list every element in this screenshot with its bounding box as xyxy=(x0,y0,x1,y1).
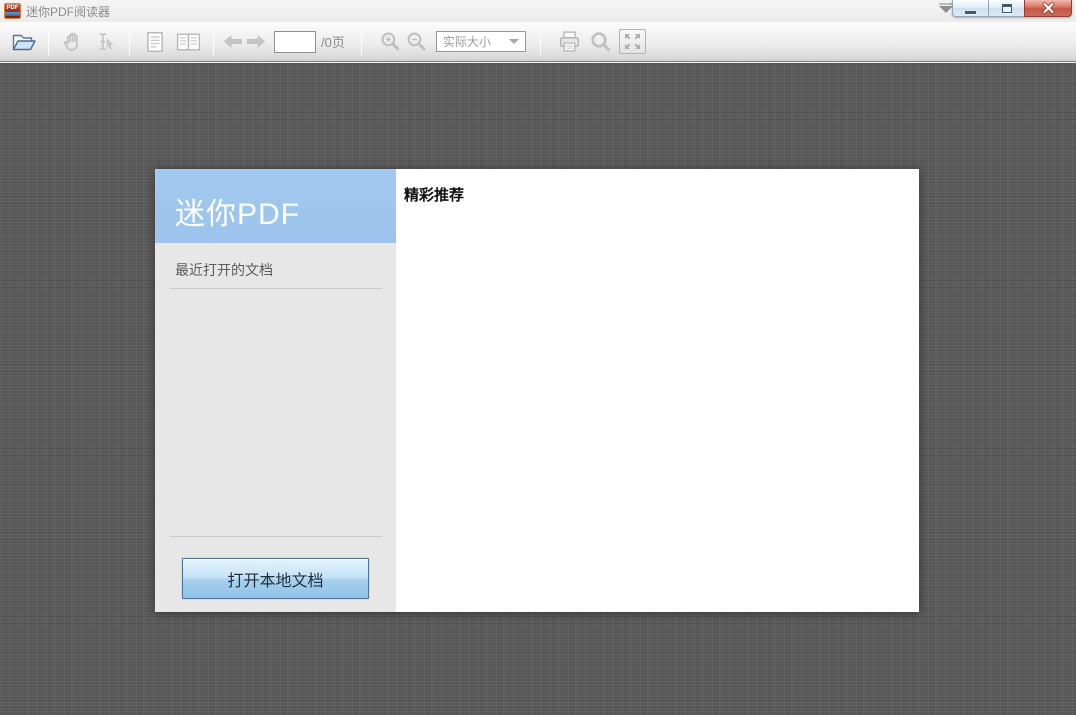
divider xyxy=(170,536,382,537)
two-page-view-button[interactable] xyxy=(175,30,202,54)
toolbar-separator xyxy=(48,29,49,55)
forward-arrow-icon xyxy=(246,33,266,50)
maximize-button[interactable] xyxy=(988,0,1024,17)
toolbar-separator xyxy=(361,29,362,55)
zoom-out-button[interactable] xyxy=(405,30,428,53)
minimize-icon xyxy=(965,11,976,14)
toolbar-separator xyxy=(540,29,541,55)
fullscreen-button[interactable] xyxy=(619,29,646,54)
page-number-input[interactable] xyxy=(274,31,316,53)
zoom-level-select[interactable]: 实际大小 xyxy=(436,31,526,52)
close-button[interactable] xyxy=(1024,0,1072,17)
start-panel: 迷你PDF 最近打开的文档 打开本地文档 精彩推荐 xyxy=(155,169,919,612)
hand-tool-icon xyxy=(60,30,84,54)
text-select-icon xyxy=(93,30,117,54)
printer-icon xyxy=(557,30,582,53)
toolbar-separator xyxy=(129,29,130,55)
previous-page-button[interactable] xyxy=(223,33,243,50)
close-icon xyxy=(1042,2,1055,14)
zoom-level-value: 实际大小 xyxy=(443,33,491,50)
app-window: PDF 迷你PDF阅读器 xyxy=(0,0,1076,715)
document-canvas: 迷你PDF 最近打开的文档 打开本地文档 精彩推荐 xyxy=(0,63,1076,715)
back-arrow-icon xyxy=(223,33,243,50)
pdf-book-icon: PDF xyxy=(4,3,21,19)
zoom-out-icon xyxy=(405,30,428,53)
zoom-in-icon xyxy=(379,30,402,53)
recommend-panel: 精彩推荐 xyxy=(396,169,919,612)
next-page-button[interactable] xyxy=(246,33,266,50)
search-icon xyxy=(589,30,612,53)
toolbar: /0页 实际大小 xyxy=(0,22,1076,62)
text-select-button[interactable] xyxy=(93,30,117,54)
maximize-icon xyxy=(1002,4,1012,13)
start-panel-sidebar: 迷你PDF 最近打开的文档 打开本地文档 xyxy=(155,169,396,612)
two-page-icon xyxy=(175,30,202,54)
brand-title: 迷你PDF xyxy=(175,189,300,233)
single-page-icon xyxy=(144,30,166,54)
chevron-down-icon xyxy=(509,39,519,44)
page-total-label: /0页 xyxy=(321,32,345,51)
recent-documents-heading: 最近打开的文档 xyxy=(175,260,273,280)
brand-header: 迷你PDF xyxy=(155,169,396,243)
titlebar: PDF 迷你PDF阅读器 xyxy=(0,0,1076,22)
pdf-book-band xyxy=(5,12,20,16)
open-file-button[interactable] xyxy=(10,30,38,54)
window-controls xyxy=(952,0,1072,17)
fullscreen-icon xyxy=(624,33,641,50)
window-title: 迷你PDF阅读器 xyxy=(26,3,110,20)
open-local-document-button[interactable]: 打开本地文档 xyxy=(182,558,369,599)
divider xyxy=(170,288,382,289)
single-page-view-button[interactable] xyxy=(144,30,166,54)
hand-tool-button[interactable] xyxy=(60,30,84,54)
search-button[interactable] xyxy=(589,30,612,53)
recommend-heading: 精彩推荐 xyxy=(404,184,919,205)
toolbar-separator xyxy=(213,29,214,55)
pdf-book-label: PDF xyxy=(5,5,20,12)
print-button[interactable] xyxy=(557,30,582,53)
minimize-button[interactable] xyxy=(952,0,988,17)
folder-open-icon xyxy=(10,30,38,54)
zoom-in-button[interactable] xyxy=(379,30,402,53)
